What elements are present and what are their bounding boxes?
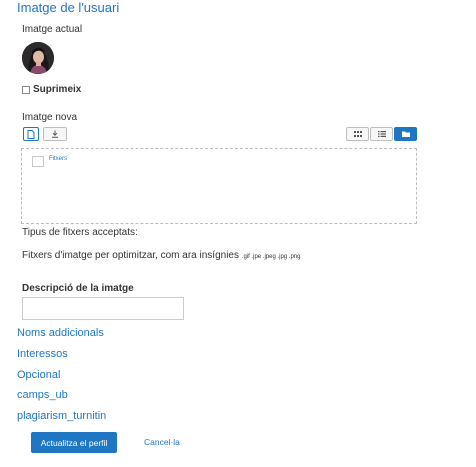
avatar [22, 42, 54, 74]
cancel-button[interactable]: Cancel·la [144, 437, 180, 447]
grid-icon [353, 131, 362, 137]
list-icon [377, 131, 386, 137]
avatar-photo-icon [22, 42, 54, 74]
section-additional-names[interactable]: Noms addicionals [17, 327, 104, 339]
view-grid-button[interactable] [346, 127, 369, 141]
accepted-types-text: Fitxers d'imatge per optimitzar, com ara… [22, 250, 239, 261]
file-icon [27, 129, 35, 139]
view-folder-button[interactable] [394, 127, 417, 141]
download-button[interactable] [43, 127, 67, 141]
section-interests[interactable]: Interessos [17, 348, 68, 360]
current-image-label: Imatge actual [22, 24, 83, 35]
section-plagiarism-turnitin[interactable]: plagiarism_turnitin [17, 410, 106, 422]
accepted-types-extensions: .gif .jpe .jpeg .jpg .png [241, 254, 301, 260]
update-profile-button[interactable]: Actualitza el perfil [31, 432, 117, 453]
new-image-label: Imatge nova [22, 112, 78, 123]
image-description-input[interactable] [22, 297, 184, 320]
accepted-types-label: Tipus de fitxers acceptats: [22, 227, 138, 238]
delete-image-checkbox[interactable] [22, 86, 30, 94]
folder-icon [401, 131, 410, 137]
file-dropzone[interactable] [21, 148, 417, 224]
select-all-files-checkbox[interactable] [32, 156, 44, 167]
accepted-types-description: Fitxers d'imatge per optimitzar, com ara… [22, 250, 301, 261]
section-camps-ub[interactable]: camps_ub [17, 389, 68, 401]
files-column-header[interactable]: Fitxers [49, 156, 67, 162]
download-icon [52, 130, 58, 138]
section-title-user-image[interactable]: Imatge de l'usuari [17, 0, 119, 15]
view-list-button[interactable] [370, 127, 393, 141]
section-optional[interactable]: Opcional [17, 369, 60, 381]
add-file-button[interactable] [23, 127, 39, 141]
delete-image-label[interactable]: Suprimeix [33, 84, 81, 95]
image-description-label: Descripció de la imatge [22, 283, 134, 294]
